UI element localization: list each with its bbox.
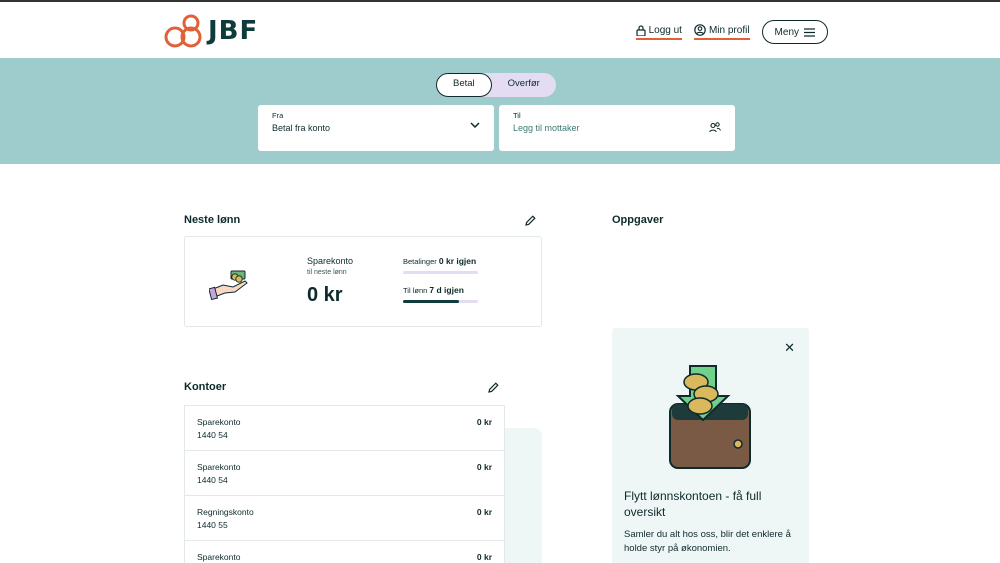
from-value: Betal fra konto bbox=[272, 123, 331, 133]
salary-account-subtitle: til neste lønn bbox=[307, 269, 347, 276]
top-bar: JBF Logg ut Min profil Meny bbox=[0, 0, 1000, 58]
tab-betal[interactable]: Betal bbox=[436, 73, 492, 97]
from-account-select[interactable]: Fra Betal fra konto bbox=[258, 105, 494, 151]
payday-stat: Til lønn 7 d igjen bbox=[403, 285, 464, 295]
profile-label: Min profil bbox=[708, 24, 750, 36]
account-balance: 0 kr bbox=[476, 462, 492, 472]
account-row[interactable]: Regningskonto 1440 55 0 kr bbox=[185, 496, 504, 541]
salary-amount: 0 kr bbox=[307, 284, 343, 306]
from-label: Fra bbox=[272, 111, 284, 120]
account-balance: 0 kr bbox=[476, 507, 492, 517]
user-icon bbox=[694, 24, 706, 36]
to-recipient-field[interactable]: Til Legg til mottaker bbox=[499, 105, 735, 151]
chevron-down-icon bbox=[470, 122, 480, 129]
hand-money-icon bbox=[209, 270, 248, 301]
account-name: Sparekonto bbox=[197, 462, 241, 472]
move-salary-account-card: ✕ Flytt lønnskontoen - få full oversikt … bbox=[612, 328, 809, 563]
account-row[interactable]: Sparekonto 1440 54 0 kr bbox=[185, 451, 504, 496]
tab-overfor[interactable]: Overfør bbox=[492, 73, 556, 97]
payment-panel: Betal Overfør Fra Betal fra konto Til Le… bbox=[0, 58, 1000, 164]
account-balance: 0 kr bbox=[476, 552, 492, 562]
payday-label: Til lønn bbox=[403, 286, 428, 295]
wallet-illustration-icon bbox=[669, 365, 751, 469]
payments-label: Betalinger bbox=[403, 257, 437, 266]
accounts-list: Sparekonto 1440 54 0 kr Sparekonto 1440 … bbox=[184, 405, 505, 563]
payday-progress-bar bbox=[403, 300, 478, 303]
logo-text: JBF bbox=[208, 16, 259, 46]
account-number: 1440 54 bbox=[197, 475, 228, 485]
tasks-section-title: Oppgaver bbox=[612, 214, 664, 226]
pay-transfer-toggle: Betal Overfør bbox=[436, 73, 556, 97]
payments-progress-bar bbox=[403, 271, 478, 274]
hamburger-icon bbox=[804, 27, 815, 37]
salary-section-title: Neste lønn bbox=[184, 214, 241, 226]
accounts-card-backdrop bbox=[505, 428, 542, 563]
logout-label: Logg ut bbox=[648, 24, 682, 36]
account-row[interactable]: Sparekonto 1440 54 0 kr bbox=[185, 406, 504, 451]
add-recipient-icon[interactable] bbox=[709, 122, 721, 133]
next-salary-card[interactable]: Sparekonto til neste lønn 0 kr Betalinge… bbox=[184, 236, 542, 327]
menu-button[interactable]: Meny bbox=[761, 20, 828, 44]
logout-link[interactable]: Logg ut bbox=[635, 24, 682, 40]
account-row[interactable]: Sparekonto 0 kr bbox=[185, 541, 504, 563]
edit-accounts-icon[interactable] bbox=[488, 382, 499, 393]
menu-label: Meny bbox=[774, 26, 799, 38]
accounts-section-title: Kontoer bbox=[184, 381, 227, 393]
edit-salary-icon[interactable] bbox=[525, 215, 536, 226]
close-icon[interactable]: ✕ bbox=[784, 340, 795, 356]
account-name: Sparekonto bbox=[197, 552, 241, 562]
lock-icon bbox=[635, 24, 646, 36]
logo[interactable]: JBF bbox=[164, 13, 258, 49]
salary-account-name: Sparekonto bbox=[307, 256, 354, 266]
payday-value: 7 d igjen bbox=[429, 285, 464, 295]
payments-stat: Betalinger 0 kr igjen bbox=[403, 256, 476, 266]
account-name: Regningskonto bbox=[197, 507, 254, 517]
task-card-title: Flytt lønnskontoen - få full oversikt bbox=[624, 489, 762, 519]
logo-icon bbox=[164, 14, 202, 48]
task-card-text: Samler du alt hos oss, blir det enklere … bbox=[624, 529, 791, 554]
account-number: 1440 55 bbox=[197, 520, 228, 530]
profile-link[interactable]: Min profil bbox=[693, 24, 750, 40]
account-number: 1440 54 bbox=[197, 430, 228, 440]
to-label: Til bbox=[513, 111, 521, 120]
account-balance: 0 kr bbox=[476, 417, 492, 427]
account-name: Sparekonto bbox=[197, 417, 241, 427]
to-placeholder: Legg til mottaker bbox=[513, 123, 580, 133]
payday-progress-fill bbox=[403, 300, 460, 303]
payments-value: 0 kr igjen bbox=[438, 256, 477, 266]
header-nav: Logg ut Min profil Meny bbox=[635, 20, 828, 44]
